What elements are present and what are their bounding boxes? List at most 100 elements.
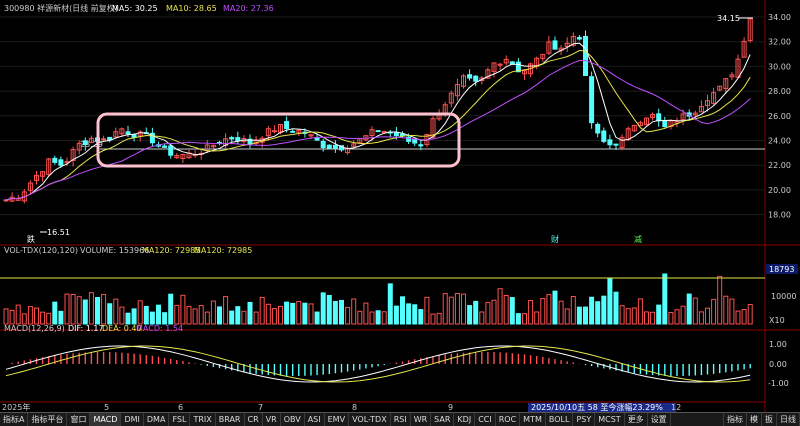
volume-bar (454, 293, 460, 325)
ma10-label: MA10: 28.65 (166, 4, 217, 13)
tab-vr[interactable]: VR (263, 413, 281, 426)
volume-bar (95, 296, 100, 325)
macd-title: MACD(12,26,9) (4, 324, 65, 333)
candle-body (607, 139, 613, 146)
event-marker[interactable]: 跌 (27, 234, 35, 244)
tab-boll[interactable]: BOLL (546, 413, 574, 426)
tab-trix[interactable]: TRIX (190, 413, 216, 426)
volume-bar (70, 294, 76, 325)
indicator-toolbar: 指标A 指标平台 窗口 MACD DMI DMA FSL TRIX BRAR C… (0, 412, 800, 426)
volume-bar (253, 311, 259, 325)
indicator-button[interactable]: 指标 (723, 413, 747, 426)
tab-dmi[interactable]: DMI (121, 413, 144, 426)
volume-bar (64, 293, 70, 325)
volume-bar (375, 310, 381, 325)
tab-cr[interactable]: CR (245, 413, 263, 426)
volume-bar (662, 273, 668, 325)
volume-bar (162, 312, 168, 325)
candle-body (82, 140, 88, 146)
candle-body (589, 76, 595, 124)
tab-roc[interactable]: ROC (496, 413, 521, 426)
template-button[interactable]: 模 (747, 413, 762, 426)
candlesticks (3, 17, 753, 204)
tab-emv[interactable]: EMV (325, 413, 350, 426)
volume-bar (442, 293, 448, 325)
volume-bar (503, 294, 509, 325)
tab-mcst[interactable]: MCST (595, 413, 625, 426)
volume-bar (424, 296, 430, 325)
volume-bar (9, 309, 15, 325)
tab-mtm[interactable]: MTM (520, 413, 546, 426)
tab-asi[interactable]: ASI (305, 413, 325, 426)
event-marker[interactable]: 减 (634, 234, 642, 244)
time-month: 7 (258, 403, 263, 412)
volume-bar (473, 300, 479, 325)
macd-histogram (5, 345, 751, 383)
tab-sar[interactable]: SAR (431, 413, 455, 426)
volume-bar (180, 294, 186, 325)
tab-indicator-a[interactable]: 指标A (0, 413, 29, 426)
tab-macd[interactable]: MACD (90, 413, 122, 426)
macd-value: MACD: 1.54 (136, 324, 183, 333)
stock-chart[interactable]: 300980 祥源新材(日线 前复权) MA5: 30.25 MA10: 28.… (0, 0, 800, 412)
volume-bar (509, 297, 515, 325)
tab-fsl[interactable]: FSL (169, 413, 191, 426)
tab-dma[interactable]: DMA (144, 413, 170, 426)
candle-body (467, 74, 473, 79)
time-month: 8 (352, 403, 357, 412)
candle-body (473, 75, 479, 82)
volume-bar (607, 278, 613, 325)
volume-bar (705, 307, 710, 325)
tab-indicator-platform[interactable]: 指标平台 (28, 413, 68, 426)
volume-bar (534, 311, 540, 325)
tab-wr[interactable]: WR (411, 413, 432, 426)
volume-bar (729, 298, 735, 325)
tab-window[interactable]: 窗口 (67, 413, 91, 426)
volume-bar (448, 296, 454, 325)
period-daily[interactable]: 日线 (777, 413, 800, 426)
volume-bar (576, 306, 582, 325)
volume-bar (137, 300, 143, 325)
volume-bar (583, 306, 588, 325)
volume-bar (552, 290, 558, 325)
tab-brar[interactable]: BRAR (216, 413, 245, 426)
macd-axis-label: 0.00 (769, 360, 787, 369)
time-month: 12 (671, 403, 681, 412)
tab-vol-tdx[interactable]: VOL-TDX (349, 413, 391, 426)
tab-psy[interactable]: PSY (573, 413, 596, 426)
volume-bar (436, 312, 442, 325)
event-marker[interactable]: 财 (551, 234, 559, 244)
candle-body (131, 133, 137, 138)
volume-box-value: 18793 (769, 265, 794, 274)
price-tick: 20.00 (768, 186, 791, 195)
tab-obv[interactable]: OBV (281, 413, 305, 426)
volume-bar (711, 298, 717, 325)
candle-body (601, 130, 607, 142)
volume-bar (485, 302, 491, 325)
volume-bar (363, 302, 369, 325)
volume-bar (290, 302, 296, 325)
tab-kdj[interactable]: KDJ (454, 413, 476, 426)
ma-line (5, 49, 751, 201)
volume-bar (302, 302, 308, 325)
volume-bar (223, 296, 229, 325)
tab-cci[interactable]: CCI (475, 413, 496, 426)
candle-body (375, 130, 381, 133)
volume-bar (34, 307, 39, 325)
volume-bar (339, 299, 344, 325)
volume-bar (619, 305, 625, 325)
volume-bar (119, 306, 125, 325)
pencil-button[interactable]: 扳 (762, 413, 777, 426)
volume-bar (241, 310, 247, 325)
volume-bar (76, 296, 82, 325)
volume-bar (461, 293, 466, 325)
candle-body (320, 140, 326, 149)
volume-bar (156, 304, 161, 325)
volume-bar (558, 300, 564, 325)
volume-bar (284, 301, 290, 325)
tab-more[interactable]: 更多 (625, 413, 648, 426)
tab-rsi[interactable]: RSI (391, 413, 411, 426)
tab-settings[interactable]: 设置 (648, 413, 671, 426)
volume-bar (637, 298, 643, 325)
time-month: 6 (178, 403, 183, 412)
